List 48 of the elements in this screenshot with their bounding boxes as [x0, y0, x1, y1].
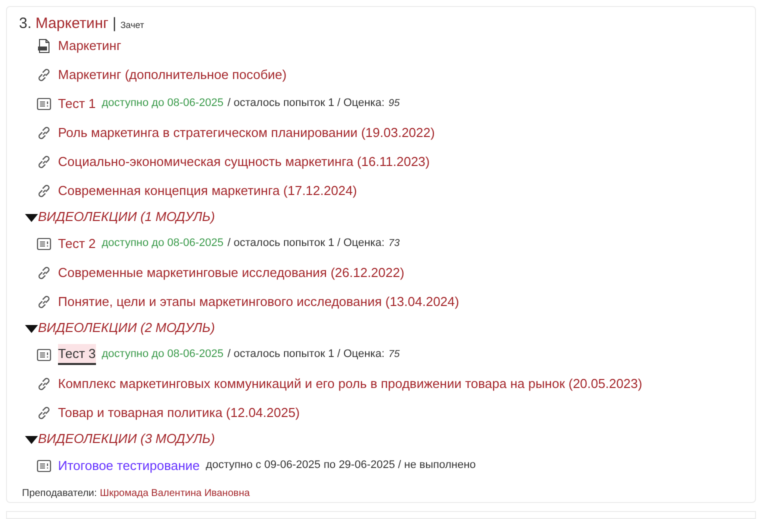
link[interactable]: Маркетинг: [58, 36, 122, 56]
link-icon: [36, 124, 52, 140]
link-icon: [36, 182, 52, 198]
section-number: 3.: [19, 14, 32, 34]
attempts-text: / осталось попыток 1 / Оценка:: [228, 347, 385, 362]
caret-down-icon: [25, 323, 38, 333]
link-icon: [36, 376, 52, 392]
link[interactable]: Роль маркетинга в стратегическом планировании (19.03.2022): [58, 122, 435, 142]
link[interactable]: Понятие, цели и этапы маркетингового исследования (13.04.2024): [58, 292, 460, 312]
quiz-icon: [36, 96, 52, 112]
link[interactable]: Современные маркетинговые исследования (26.12.2022): [58, 262, 404, 282]
link[interactable]: Маркетинг (дополнительное пособие): [58, 64, 287, 84]
link[interactable]: Товар и товарная политика (12.04.2025): [58, 402, 300, 422]
quiz-icon: [36, 458, 52, 474]
grade-value: 75: [388, 348, 400, 362]
separator: |: [112, 14, 116, 34]
teacher-link[interactable]: Шкромада Валентина Ивановна: [100, 486, 250, 500]
grade-value: 95: [388, 97, 400, 112]
availability-text: доступно до 08-06-2025: [102, 347, 224, 362]
link[interactable]: Тест 3: [58, 344, 96, 366]
link-icon: [36, 66, 52, 82]
link-icon: [36, 264, 52, 280]
course-title[interactable]: Маркетинг: [36, 13, 108, 36]
credit-label: Зачет: [120, 19, 144, 32]
link[interactable]: Тест 1: [58, 94, 96, 114]
link[interactable]: Современная концепция маркетинга (17.12.2024): [58, 180, 358, 200]
link[interactable]: Комплекс маркетинговых коммуникаций и его роль в продвижении товара на рынок (20.05.2023): [58, 374, 642, 394]
availability-text: доступно до 08-06-2025: [102, 96, 224, 112]
link[interactable]: Социально-экономическая сущность маркетинга (16.11.2023): [58, 152, 430, 172]
teachers-label: Преподаватели:: [22, 486, 97, 500]
attempts-text: / осталось попыток 1 / Оценка:: [228, 96, 385, 112]
quiz-icon: [36, 236, 52, 252]
link[interactable]: Тест 2: [58, 234, 96, 254]
section-toggle[interactable]: ВИДЕОЛЕКЦИИ (3 МОДУЛЬ): [25, 429, 215, 449]
section-toggle[interactable]: ВИДЕОЛЕКЦИИ (1 МОДУЛЬ): [25, 207, 215, 227]
caret-down-icon: [25, 212, 38, 222]
attempts-text: / осталось попыток 1 / Оценка:: [228, 236, 385, 252]
quiz-icon: [36, 346, 52, 362]
pdf-file-icon: [36, 38, 52, 54]
caret-down-icon: [25, 434, 38, 444]
link-icon: [36, 154, 52, 170]
link[interactable]: Итоговое тестирование: [58, 456, 200, 476]
link-icon: [36, 294, 52, 310]
availability-text: доступно с 09-06-2025 по 29-06-2025 / не выполнено: [206, 458, 476, 474]
link-icon: [36, 404, 52, 420]
availability-text: доступно до 08-06-2025: [102, 236, 224, 252]
section-toggle[interactable]: ВИДЕОЛЕКЦИИ (2 МОДУЛЬ): [25, 318, 215, 338]
grade-value: 73: [388, 237, 400, 252]
